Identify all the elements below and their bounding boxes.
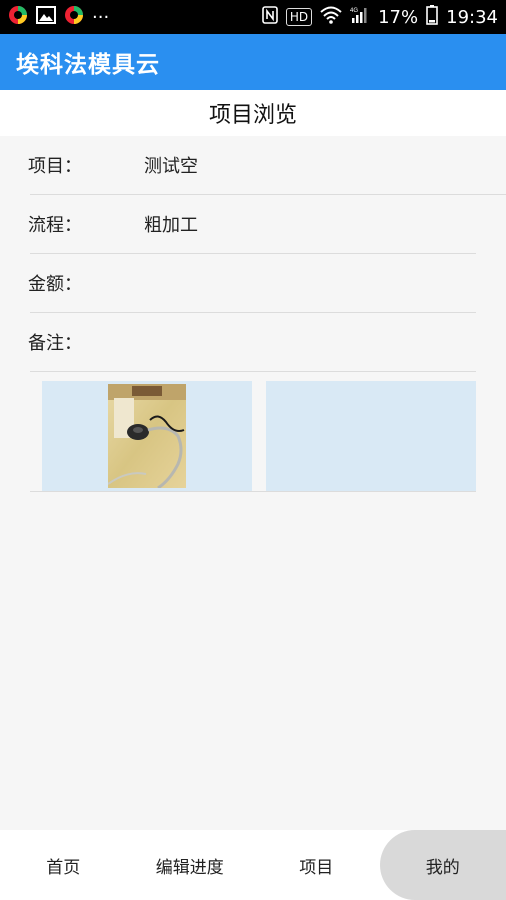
amount-label: 金额： — [28, 274, 82, 295]
nav-mine[interactable]: 我的 — [379, 830, 506, 900]
nav-edit-progress-label: 编辑进度 — [155, 857, 224, 878]
project-label: 项目： — [28, 156, 82, 177]
status-bar: ··· HD 4G 17% 19:34 — [0, 0, 506, 34]
nav-home[interactable]: 首页 — [0, 830, 127, 900]
image-icon — [36, 6, 56, 28]
image-slot-1[interactable] — [42, 381, 252, 491]
page-title: 项目浏览 — [208, 103, 297, 128]
divider — [30, 491, 476, 492]
bottom-nav: 首页 编辑进度 项目 我的 — [0, 830, 506, 900]
project-form: 项目： 测试空 流程： 粗加工 金额： 备注： — [0, 136, 506, 372]
nfc-icon — [262, 6, 278, 28]
hd-badge: HD — [285, 8, 313, 26]
battery-icon — [426, 5, 438, 29]
clock: 19:34 — [446, 6, 498, 28]
svg-text:4G: 4G — [350, 8, 358, 14]
nav-edit-progress[interactable]: 编辑进度 — [127, 830, 254, 900]
image-slot-2[interactable] — [266, 381, 476, 491]
project-row: 项目： 测试空 — [28, 136, 506, 195]
nav-mine-label: 我的 — [425, 857, 460, 878]
process-label: 流程： — [28, 215, 82, 236]
image-grid — [42, 381, 476, 491]
photo-thumbnail[interactable] — [108, 384, 186, 488]
signal-icon: 4G — [350, 6, 370, 28]
app-bar: 埃科法模具云 — [0, 34, 506, 90]
battery-percent: 17% — [378, 6, 419, 28]
nav-projects-label: 项目 — [299, 857, 334, 878]
app-icon — [64, 5, 84, 29]
nav-projects[interactable]: 项目 — [253, 830, 380, 900]
project-value: 测试空 — [144, 156, 198, 177]
process-value: 粗加工 — [144, 215, 198, 236]
wifi-icon — [320, 6, 342, 28]
page-heading: 项目浏览 — [0, 90, 506, 136]
more-icon: ··· — [92, 6, 110, 28]
amount-row: 金额： — [28, 254, 476, 313]
note-label: 备注： — [28, 333, 82, 354]
nav-home-label: 首页 — [46, 857, 81, 878]
note-row: 备注： — [28, 313, 476, 372]
process-row: 流程： 粗加工 — [28, 195, 476, 254]
app-title: 埃科法模具云 — [16, 52, 160, 78]
app-icon — [8, 5, 28, 29]
